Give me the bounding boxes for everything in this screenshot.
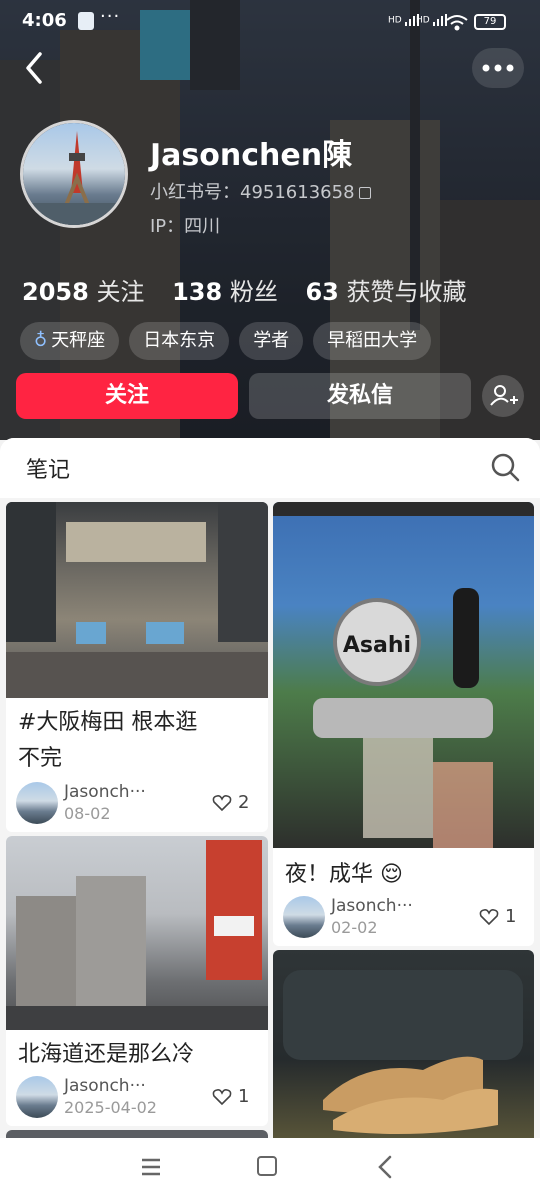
note-title: 夜！成华 😌 bbox=[285, 862, 403, 887]
note-cover-image: Asahi bbox=[273, 502, 534, 848]
note-card[interactable]: #大阪梅田 根本逛 不完 Jasonch··· 08-02 2 bbox=[6, 502, 268, 832]
note-date: 08-02 bbox=[64, 804, 111, 823]
stat-followers[interactable]: 138 粉丝 bbox=[172, 278, 298, 306]
note-title: 北海道还是那么冷 bbox=[18, 1042, 195, 1067]
note-title: 不完 bbox=[18, 746, 63, 771]
note-card[interactable] bbox=[273, 950, 534, 1138]
heart-icon bbox=[479, 909, 499, 926]
author-avatar bbox=[16, 782, 58, 824]
tag-location: 日本东京 bbox=[129, 322, 230, 360]
tag-school: 早稻田大学 bbox=[313, 322, 432, 360]
tab-bar: 笔记 bbox=[0, 438, 540, 498]
signal-icon: HD bbox=[416, 14, 449, 26]
follow-button[interactable]: 关注 bbox=[16, 373, 238, 419]
note-card[interactable]: 北海道还是那么冷 Jasonch··· 2025-04-02 1 bbox=[6, 836, 268, 1126]
stat-likes[interactable]: 63 获赞与收藏 bbox=[305, 278, 486, 306]
more-options-button[interactable] bbox=[472, 48, 524, 88]
message-button[interactable]: 发私信 bbox=[249, 373, 471, 419]
tag-zodiac: ♁ 天秤座 bbox=[20, 322, 120, 360]
notes-panel: 笔记 #大阪梅田 根本逛 不完 Jasonch··· 08-02 2 Asahi… bbox=[0, 438, 540, 1138]
male-icon: ♁ bbox=[34, 330, 48, 351]
note-cover-image bbox=[6, 502, 268, 698]
profile-tags: ♁ 天秤座 日本东京 学者 早稻田大学 bbox=[20, 322, 432, 360]
wifi-icon bbox=[446, 15, 468, 31]
note-card[interactable]: Asahi 夜！成华 😌 Jasonch··· 02-02 1 bbox=[273, 502, 534, 946]
search-icon[interactable] bbox=[490, 452, 520, 482]
stat-following[interactable]: 2058 关注 bbox=[22, 278, 164, 306]
heart-icon bbox=[212, 795, 232, 812]
like-count[interactable]: 1 bbox=[212, 1086, 249, 1107]
mall-photo bbox=[6, 502, 268, 698]
back-icon[interactable] bbox=[20, 48, 50, 88]
tv-tower-icon bbox=[23, 131, 125, 225]
tag-occupation: 学者 bbox=[239, 322, 304, 360]
battery-icon: 79 bbox=[474, 14, 506, 30]
author-avatar bbox=[16, 1076, 58, 1118]
note-date: 02-02 bbox=[331, 918, 378, 937]
tab-notes[interactable]: 笔记 bbox=[26, 452, 70, 484]
system-nav-bar bbox=[0, 1138, 540, 1199]
profile-avatar[interactable] bbox=[20, 120, 128, 228]
author-name: Jasonch··· bbox=[331, 896, 413, 916]
more-dots-icon bbox=[482, 64, 514, 72]
more-notifications: ··· bbox=[100, 6, 121, 27]
nav-back-icon[interactable] bbox=[374, 1154, 396, 1180]
red-id[interactable]: 小红书号：4951613658 bbox=[150, 178, 371, 204]
beer-tap-photo: Asahi bbox=[273, 502, 534, 848]
like-count[interactable]: 2 bbox=[212, 792, 249, 813]
home-icon[interactable] bbox=[257, 1156, 277, 1176]
note-card[interactable] bbox=[6, 1130, 268, 1138]
profile-stats: 2058 关注 138 粉丝 63 获赞与收藏 bbox=[22, 272, 487, 307]
copy-icon[interactable] bbox=[358, 187, 371, 199]
note-date: 2025-04-02 bbox=[64, 1098, 157, 1117]
snowy-street-photo bbox=[6, 840, 268, 1030]
profile-header: 4:06 ··· HD HD 79 Jasonchen陳 小红书号：495161… bbox=[0, 0, 540, 440]
ip-location: IP：四川 bbox=[150, 216, 221, 237]
profile-name: Jasonchen陳 bbox=[150, 138, 353, 173]
recent-apps-icon[interactable] bbox=[140, 1156, 162, 1178]
red-id-label: 小红书号：4951613658 bbox=[150, 182, 355, 203]
author-name: Jasonch··· bbox=[64, 782, 146, 802]
app-notification-icon bbox=[78, 12, 94, 30]
add-friend-button[interactable] bbox=[482, 375, 524, 417]
note-cover-image bbox=[6, 836, 268, 1030]
shoes-photo bbox=[283, 970, 523, 1134]
heart-icon bbox=[212, 1089, 232, 1106]
note-title: #大阪梅田 根本逛 bbox=[18, 710, 198, 735]
status-bar: 4:06 ··· HD HD 79 bbox=[0, 0, 540, 44]
like-count[interactable]: 1 bbox=[479, 906, 516, 927]
status-time: 4:06 bbox=[22, 10, 67, 31]
author-avatar bbox=[283, 896, 325, 938]
svg-text:Asahi: Asahi bbox=[343, 633, 411, 658]
avatar bbox=[23, 123, 125, 225]
author-name: Jasonch··· bbox=[64, 1076, 146, 1096]
add-user-icon bbox=[490, 385, 518, 406]
note-cover-image bbox=[273, 950, 534, 1138]
